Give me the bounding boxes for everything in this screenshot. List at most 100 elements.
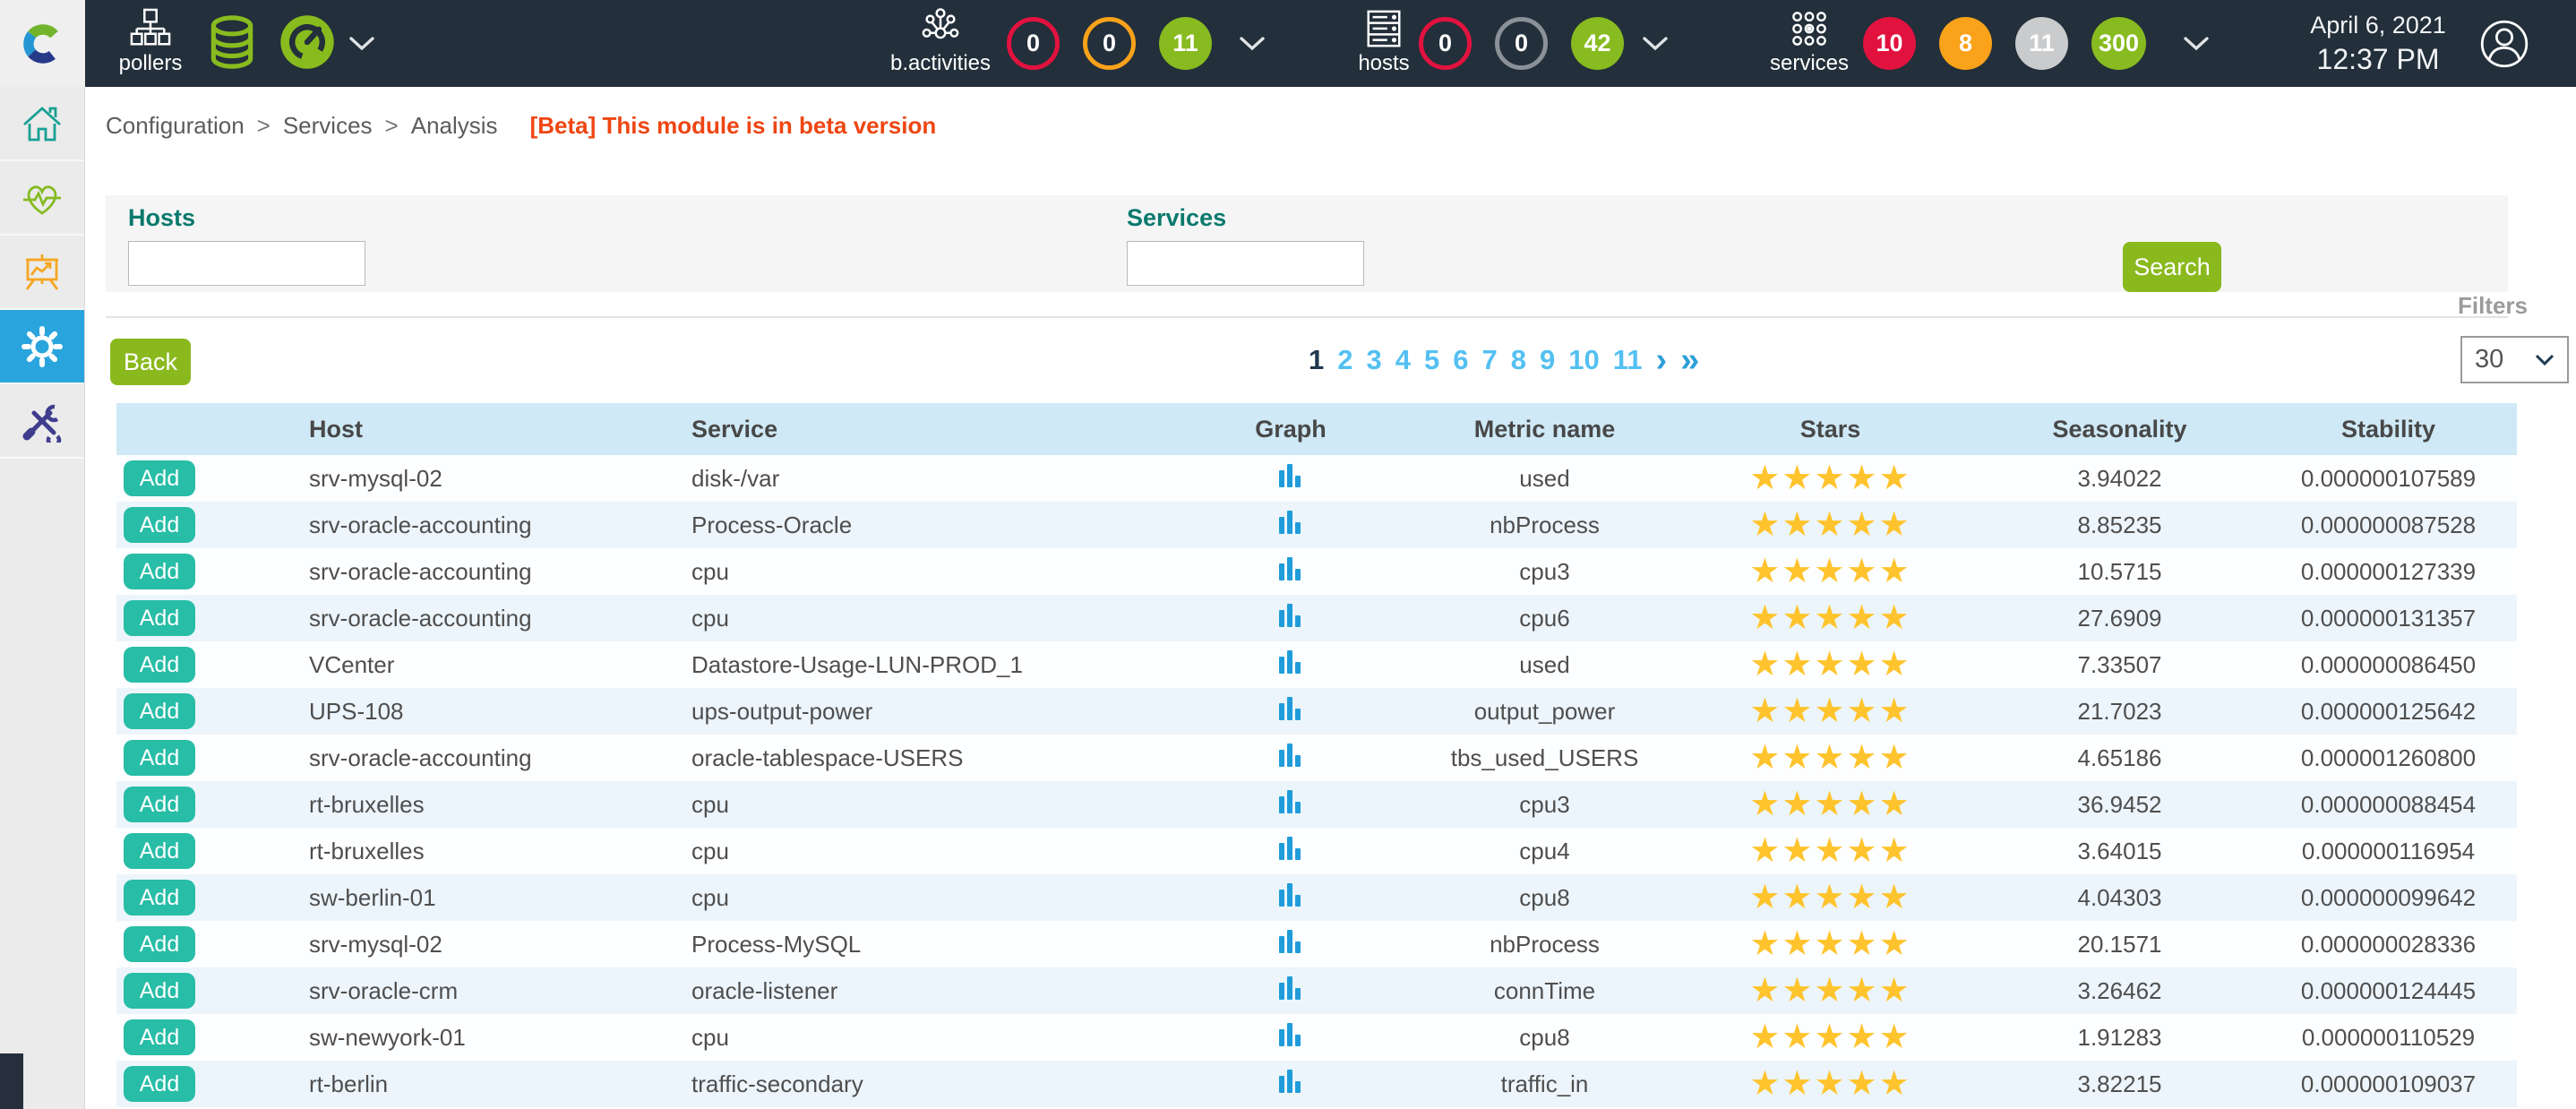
topbar-services[interactable]: services (1769, 8, 1850, 76)
chart-easel-icon (21, 251, 64, 294)
hosts-badge[interactable]: 42 (1571, 17, 1624, 70)
graph-icon[interactable] (1277, 881, 1304, 916)
hosts-badge[interactable]: 0 (1495, 17, 1548, 70)
add-button[interactable]: Add (124, 833, 195, 869)
sidebar-item-administration[interactable] (0, 384, 84, 459)
bactivities-badge[interactable]: 0 (1083, 17, 1136, 70)
stars-rating: ★★★★★ (1681, 641, 1979, 688)
graph-icon[interactable] (1277, 508, 1304, 543)
pollers-chevron-down-icon[interactable] (349, 36, 374, 56)
pagination-next-icon[interactable]: › (1656, 347, 1668, 374)
bactivities-badge[interactable]: 11 (1159, 17, 1212, 70)
latency-gauge-icon[interactable] (279, 14, 335, 74)
services-badge[interactable]: 8 (1939, 17, 1992, 70)
heart-pulse-icon (21, 176, 64, 219)
centreon-logo[interactable] (0, 0, 85, 87)
stars-rating: ★★★★★ (1681, 874, 1979, 921)
bactivities-badge[interactable]: 0 (1007, 17, 1060, 70)
bactivities-chevron-down-icon[interactable] (1240, 36, 1265, 56)
sidebar-item-reporting[interactable] (0, 236, 84, 310)
table-row: Add srv-oracle-accounting Process-Oracle… (116, 502, 2517, 548)
pagination-last-icon[interactable]: » (1680, 347, 1699, 374)
add-button[interactable]: Add (124, 787, 195, 822)
stars-rating: ★★★★★ (1681, 828, 1979, 874)
services-badge[interactable]: 11 (2015, 17, 2068, 70)
add-button[interactable]: Add (124, 1066, 195, 1102)
metric-cell: nbProcess (1408, 921, 1681, 967)
pagination-page[interactable]: 5 (1424, 344, 1439, 376)
metric-cell: tbs_used_USERS (1408, 735, 1681, 781)
host-cell: srv-mysql-02 (260, 921, 654, 967)
hosts-filter-input[interactable] (128, 241, 365, 286)
add-button[interactable]: Add (124, 880, 195, 916)
stability-cell: 0.000000116954 (2260, 828, 2517, 874)
services-chevron-down-icon[interactable] (2184, 36, 2209, 56)
sidebar-item-configuration[interactable] (0, 310, 84, 384)
database-status-icon[interactable] (204, 14, 260, 74)
table-row: Add rt-berlin traffic-secondary traffic_… (116, 1061, 2517, 1107)
graph-icon[interactable] (1277, 1020, 1304, 1055)
pagination-page[interactable]: 10 (1568, 344, 1599, 376)
service-cell: oracle-listener (654, 967, 1173, 1014)
graph-icon[interactable] (1277, 648, 1304, 683)
graph-icon[interactable] (1277, 554, 1304, 589)
topbar-hosts[interactable]: hosts (1348, 8, 1420, 76)
breadcrumb-item[interactable]: Services (283, 112, 373, 140)
column-header: Stars (1681, 403, 1979, 455)
services-badge[interactable]: 10 (1863, 17, 1916, 70)
hosts-badge[interactable]: 0 (1419, 17, 1472, 70)
pagination-page[interactable]: 3 (1367, 344, 1382, 376)
add-button[interactable]: Add (124, 600, 195, 636)
pagination-page[interactable]: 11 (1613, 344, 1643, 376)
graph-icon[interactable] (1277, 694, 1304, 729)
pagination-page[interactable]: 6 (1453, 344, 1468, 376)
sidebar-footer-strip[interactable] (0, 1053, 23, 1109)
stability-cell: 0.000000099642 (2260, 874, 2517, 921)
graph-icon[interactable] (1277, 834, 1304, 869)
pagination-page[interactable]: 8 (1511, 344, 1526, 376)
hosts-chevron-down-icon[interactable] (1643, 36, 1668, 56)
pagination-page[interactable]: 7 (1482, 344, 1498, 376)
add-button[interactable]: Add (124, 740, 195, 776)
hosts-badges: 00 42 (1419, 17, 1624, 70)
search-button[interactable]: Search (2123, 242, 2221, 292)
graph-icon[interactable] (1277, 974, 1304, 1009)
breadcrumb-item[interactable]: Analysis (411, 112, 498, 140)
graph-icon[interactable] (1277, 1067, 1304, 1102)
pagination-page[interactable]: 2 (1337, 344, 1352, 376)
services-badge[interactable]: 300 (2091, 17, 2146, 70)
graph-icon[interactable] (1277, 461, 1304, 496)
breadcrumb-item[interactable]: Configuration (106, 112, 245, 140)
topbar-pollers[interactable]: pollers (115, 8, 186, 76)
graph-icon[interactable] (1277, 741, 1304, 776)
sidebar-item-monitoring[interactable] (0, 161, 84, 236)
graph-icon[interactable] (1277, 787, 1304, 822)
stability-cell: 0.000000088454 (2260, 781, 2517, 828)
add-button[interactable]: Add (124, 973, 195, 1009)
graph-icon[interactable] (1277, 927, 1304, 962)
pagination-page[interactable]: 1 (1309, 344, 1324, 376)
add-button[interactable]: Add (124, 1019, 195, 1055)
add-button[interactable]: Add (124, 693, 195, 729)
pagination-page[interactable]: 4 (1395, 344, 1411, 376)
add-button[interactable]: Add (124, 554, 195, 589)
metric-cell: connTime (1408, 967, 1681, 1014)
services-filter-input[interactable] (1127, 241, 1364, 286)
topbar-bactivities[interactable]: b.activities (882, 8, 999, 76)
add-button[interactable]: Add (124, 926, 195, 962)
add-button[interactable]: Add (124, 647, 195, 683)
table-row: Add rt-bruxelles cpu cpu4 ★★★★★ 3.64015 … (116, 828, 2517, 874)
add-button[interactable]: Add (124, 507, 195, 543)
user-avatar-icon[interactable] (2479, 19, 2529, 73)
service-cell: disk-/var (654, 455, 1173, 502)
service-cell: cpu (654, 1014, 1173, 1061)
host-cell: rt-berlin (260, 1061, 654, 1107)
add-button[interactable]: Add (124, 460, 195, 496)
pagination-page[interactable]: 9 (1540, 344, 1555, 376)
graph-icon[interactable] (1277, 601, 1304, 636)
services-filter-field: Services (1127, 204, 1364, 286)
back-button[interactable]: Back (110, 339, 191, 385)
page-size-select[interactable]: 30 (2460, 336, 2569, 383)
sidebar-item-home[interactable] (0, 87, 84, 161)
seasonality-cell: 36.9452 (1979, 781, 2260, 828)
